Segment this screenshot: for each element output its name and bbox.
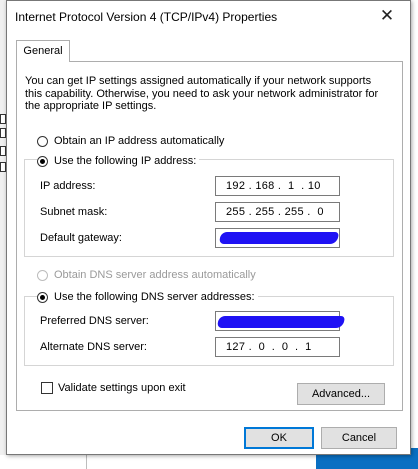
validate-settings-checkbox[interactable]: Validate settings upon exit [41, 382, 186, 394]
alternate-dns-input[interactable]: 127 . 0 . 0 . 1 [215, 337, 340, 357]
radio-selected-icon[interactable] [37, 155, 48, 167]
ok-button[interactable]: OK [244, 427, 314, 449]
alternate-dns-label: Alternate DNS server: [40, 341, 147, 353]
obtain-dns-auto-radio[interactable]: Obtain DNS server address automatically [37, 268, 259, 282]
obtain-ip-auto-radio[interactable]: Obtain an IP address automatically [37, 134, 228, 148]
radio-selected-icon[interactable] [37, 291, 48, 303]
radio-disabled-icon[interactable] [37, 269, 48, 281]
ip-address-input[interactable]: 192 . 168 . 1 . 10 [215, 176, 340, 196]
use-following-dns-label: Use the following DNS server addresses: [54, 291, 255, 303]
default-gateway-input[interactable] [215, 228, 340, 248]
validate-settings-label: Validate settings upon exit [58, 382, 186, 394]
checkbox-icon[interactable] [41, 382, 53, 394]
use-following-ip-label: Use the following IP address: [54, 155, 197, 167]
ipv4-properties-dialog: Internet Protocol Version 4 (TCP/IPv4) P… [6, 0, 411, 455]
obtain-dns-auto-label: Obtain DNS server address automatically [54, 269, 256, 281]
preferred-dns-input[interactable] [215, 311, 346, 331]
default-gateway-label: Default gateway: [40, 232, 122, 244]
background-divider [86, 455, 87, 469]
preferred-dns-label: Preferred DNS server: [40, 315, 149, 327]
use-following-dns-radio[interactable]: Use the following DNS server addresses: [37, 290, 258, 304]
tab-general[interactable]: General [16, 40, 70, 62]
radio-icon[interactable] [37, 135, 48, 147]
window-title: Internet Protocol Version 4 (TCP/IPv4) P… [15, 10, 278, 24]
advanced-button[interactable]: Advanced... [297, 383, 385, 405]
title-bar: Internet Protocol Version 4 (TCP/IPv4) P… [7, 1, 410, 33]
redaction-mark [216, 316, 346, 328]
obtain-ip-auto-label: Obtain an IP address automatically [54, 135, 225, 147]
subnet-mask-input[interactable]: 255 . 255 . 255 . 0 [215, 202, 340, 222]
cancel-button[interactable]: Cancel [321, 427, 397, 449]
background-window-right [412, 0, 418, 469]
intro-text: You can get IP settings assigned automat… [25, 75, 379, 112]
use-following-ip-radio[interactable]: Use the following IP address: [37, 154, 200, 168]
redaction-mark [218, 232, 340, 244]
subnet-mask-label: Subnet mask: [40, 206, 108, 218]
close-icon[interactable]: ✕ [378, 7, 396, 25]
ip-address-label: IP address: [40, 180, 96, 192]
